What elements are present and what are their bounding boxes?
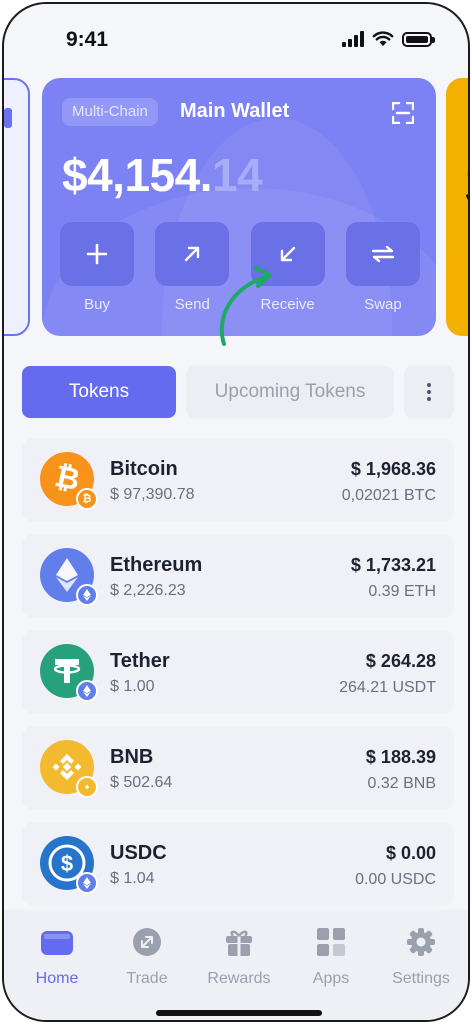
buy-button[interactable]: Buy bbox=[60, 222, 134, 313]
trade-icon bbox=[133, 928, 161, 956]
token-name: USDC bbox=[110, 842, 167, 864]
swap-button[interactable]: Swap bbox=[345, 222, 420, 313]
nav-rewards-label: Rewards bbox=[207, 970, 271, 987]
token-amount: 0,02021 BTC bbox=[341, 487, 436, 504]
status-bar: 9:41 bbox=[4, 4, 468, 74]
nav-home[interactable]: Home bbox=[14, 926, 100, 988]
token-amount: 0.39 ETH bbox=[368, 583, 436, 600]
nav-trade[interactable]: Trade bbox=[104, 926, 190, 988]
ethereum-network-icon bbox=[76, 872, 98, 894]
svg-text:$: $ bbox=[61, 851, 73, 876]
token-row-ethereum[interactable]: Ethereum $ 2,226.23 $ 1,733.21 0.39 ETH bbox=[22, 534, 454, 618]
arrow-up-right-icon bbox=[185, 246, 200, 262]
nav-rewards[interactable]: Rewards bbox=[196, 926, 282, 988]
token-value: $ 1,968.36 bbox=[350, 459, 436, 479]
bnb-network-icon bbox=[76, 776, 98, 798]
chain-chip[interactable]: Multi-Chain bbox=[62, 98, 158, 126]
balance-cents: 14 bbox=[211, 149, 263, 201]
token-value: $ 1,733.21 bbox=[350, 555, 436, 575]
more-options-button[interactable] bbox=[404, 366, 454, 418]
token-name: Bitcoin bbox=[110, 458, 178, 480]
balance-main: $4,154. bbox=[62, 149, 212, 201]
token-value: $ 0.00 bbox=[385, 843, 436, 863]
tab-tokens[interactable]: Tokens bbox=[22, 366, 176, 418]
bitcoin-network-icon: ₿ bbox=[76, 488, 98, 510]
nav-trade-label: Trade bbox=[126, 970, 168, 987]
token-list: ₿ ₿ Bitcoin $ 97,390.78 $ 1,968.36 0,020… bbox=[22, 438, 454, 918]
nav-apps-label: Apps bbox=[312, 970, 350, 987]
token-price: $ 502.64 bbox=[110, 774, 173, 791]
token-name: Ethereum bbox=[110, 554, 203, 576]
gear-icon bbox=[407, 928, 435, 956]
battery-icon bbox=[402, 31, 435, 47]
wallet-name[interactable]: Main Wallet bbox=[180, 100, 289, 123]
previous-wallet-card[interactable] bbox=[4, 78, 30, 336]
token-row-bitcoin[interactable]: ₿ ₿ Bitcoin $ 97,390.78 $ 1,968.36 0,020… bbox=[22, 438, 454, 522]
token-price: $ 1.00 bbox=[110, 678, 155, 695]
phone-frame: 9:41 S Multi-Chain Main Wallet $4,154.14 bbox=[2, 2, 470, 1022]
status-icons bbox=[342, 31, 435, 47]
ethereum-network-icon bbox=[76, 584, 98, 606]
token-amount: 264.21 USDT bbox=[339, 679, 436, 696]
swap-icon bbox=[371, 245, 395, 263]
signal-icon bbox=[342, 31, 364, 47]
nav-apps[interactable]: Apps bbox=[288, 926, 374, 988]
token-price: $ 2,226.23 bbox=[110, 582, 186, 599]
annotation-arrow-icon bbox=[219, 266, 272, 346]
ethereum-network-icon bbox=[76, 680, 98, 702]
token-row-usdc[interactable]: $ USDC $ 1.04 $ 0.00 0.00 USDC bbox=[22, 822, 454, 906]
wallet-balance: $4,154.14 bbox=[62, 148, 263, 202]
swap-label: Swap bbox=[364, 296, 402, 313]
token-name: BNB bbox=[110, 746, 154, 768]
buy-label: Buy bbox=[84, 296, 110, 313]
next-wallet-card[interactable]: S bbox=[446, 78, 468, 336]
status-time: 9:41 bbox=[66, 28, 109, 51]
tab-upcoming-tokens[interactable]: Upcoming Tokens bbox=[186, 366, 394, 418]
token-amount: 0.00 USDC bbox=[355, 871, 436, 888]
token-value: $ 264.28 bbox=[365, 651, 436, 671]
token-amount: 0.32 BNB bbox=[367, 775, 436, 792]
wallet-icon bbox=[41, 931, 73, 955]
apps-icon bbox=[317, 928, 345, 956]
next-card-glyph: S bbox=[464, 150, 468, 221]
token-tabs: Tokens Upcoming Tokens bbox=[22, 366, 454, 418]
nav-settings[interactable]: Settings bbox=[378, 926, 464, 988]
token-price: $ 1.04 bbox=[110, 870, 155, 887]
token-name: Tether bbox=[110, 650, 170, 672]
wifi-icon bbox=[372, 31, 394, 46]
token-price: $ 97,390.78 bbox=[110, 486, 195, 503]
bottom-nav: Home Trade Rewards Apps Settings bbox=[4, 910, 468, 1020]
token-row-bnb[interactable]: BNB $ 502.64 $ 188.39 0.32 BNB bbox=[22, 726, 454, 810]
token-row-tether[interactable]: Tether $ 1.00 $ 264.28 264.21 USDT bbox=[22, 630, 454, 714]
home-indicator[interactable] bbox=[156, 1010, 322, 1016]
scan-icon[interactable] bbox=[392, 102, 414, 124]
token-value: $ 188.39 bbox=[365, 747, 436, 767]
nav-settings-label: Settings bbox=[392, 970, 450, 987]
nav-home-label: Home bbox=[35, 970, 79, 987]
plus-icon bbox=[86, 243, 108, 265]
gift-icon bbox=[226, 930, 252, 956]
